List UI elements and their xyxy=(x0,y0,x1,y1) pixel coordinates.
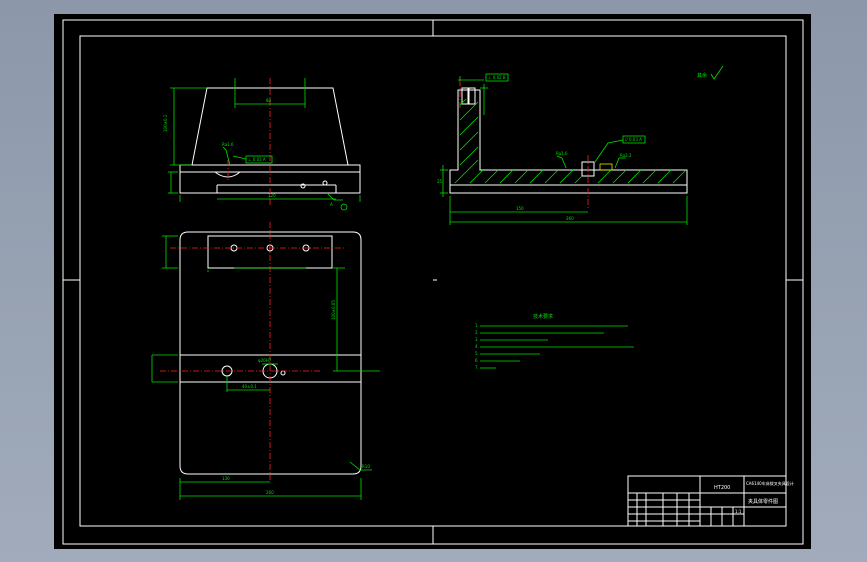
svg-text:40±0.1: 40±0.1 xyxy=(242,384,257,389)
svg-text:A: A xyxy=(330,202,333,207)
tech-req-1: 1. xyxy=(475,323,479,328)
svg-text:⊥ 0.03 A: ⊥ 0.03 A xyxy=(248,157,266,162)
svg-text:80: 80 xyxy=(266,98,272,103)
svg-text:φ20H7: φ20H7 xyxy=(258,358,272,363)
top-view: 100±0.05 40±0.1 φ20H7 260 130 R10 xyxy=(151,222,380,500)
tech-req-2: 2. xyxy=(475,330,479,335)
scale-label: 1:1 xyxy=(735,509,742,514)
front-view: 80 100±0.1 120 Ra1.6 ⊥ 0.03 A A xyxy=(163,78,361,211)
cad-viewport: 80 100±0.1 120 Ra1.6 ⊥ 0.03 A A 100±0.05… xyxy=(0,0,867,562)
material-label: HT200 xyxy=(714,485,730,491)
tech-req-3: 3. xyxy=(475,337,479,342)
svg-text:100±0.05: 100±0.05 xyxy=(331,300,336,320)
svg-text:⊥ 0.02 B: ⊥ 0.02 B xyxy=(488,75,506,80)
tech-req-7: 7. xyxy=(475,365,479,370)
drawing-sheet[interactable]: 80 100±0.1 120 Ra1.6 ⊥ 0.03 A A 100±0.05… xyxy=(54,14,811,549)
roughness-note: 其余 xyxy=(697,72,707,79)
svg-text:100±0.1: 100±0.1 xyxy=(163,114,168,132)
title-block: HT200 CA6140车床拨叉夹具设计 夹具体零件图 1:1 xyxy=(627,475,794,527)
side-view: 260 150 25 ⊥ 0.02 B // 0.03 A Ra1.6 Ra3.… xyxy=(437,65,724,225)
tech-req-6: 6. xyxy=(475,358,479,363)
tech-req-5: 5. xyxy=(475,351,479,356)
drawing-name: 夹具体零件图 xyxy=(748,498,778,505)
svg-text:120: 120 xyxy=(268,193,276,198)
tech-req-4: 4. xyxy=(475,344,479,349)
svg-text:// 0.03 A: // 0.03 A xyxy=(625,137,642,142)
project-name: CA6140车床拨叉夹具设计 xyxy=(746,480,794,486)
svg-text:260: 260 xyxy=(266,490,274,495)
svg-text:130: 130 xyxy=(222,476,230,481)
svg-text:R10: R10 xyxy=(362,464,370,469)
svg-text:Ra1.6: Ra1.6 xyxy=(222,142,234,147)
inner-frame xyxy=(79,35,787,527)
technical-requirements: 技术要求 1. 2. 3. 4. 5. 6. 7. xyxy=(475,313,634,370)
svg-text:Ra3.2: Ra3.2 xyxy=(620,153,632,158)
tech-requirements-title: 技术要求 xyxy=(533,313,553,320)
svg-text:Ra1.6: Ra1.6 xyxy=(556,151,568,156)
drawing-canvas: 80 100±0.1 120 Ra1.6 ⊥ 0.03 A A 100±0.05… xyxy=(62,19,804,545)
svg-text:150: 150 xyxy=(516,206,524,211)
svg-text:260: 260 xyxy=(566,216,574,221)
svg-text:25: 25 xyxy=(437,179,443,184)
